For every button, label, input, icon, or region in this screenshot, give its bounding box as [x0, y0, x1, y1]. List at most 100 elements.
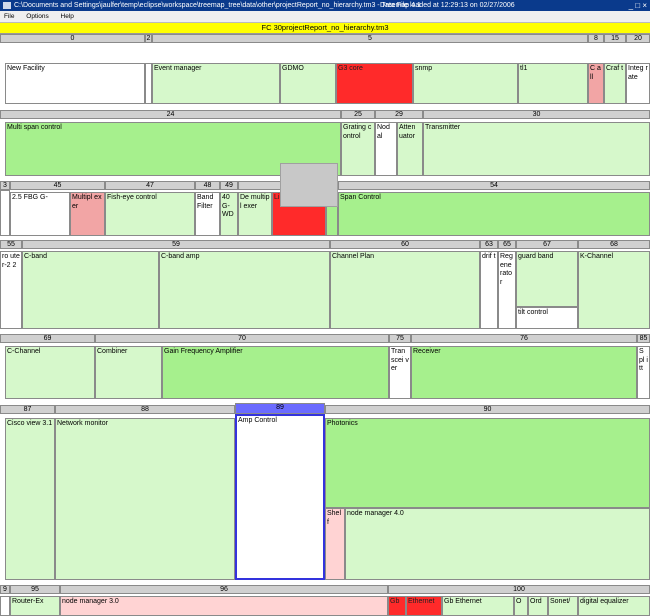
cell-drift[interactable]: drif t	[480, 251, 498, 329]
cell-router-2[interactable]: ro ute r-2 2	[0, 251, 22, 329]
group-header-9[interactable]: 9	[0, 585, 10, 594]
cell-gb-ethernet[interactable]: Gb Ethernet	[442, 596, 514, 616]
cell-nodal[interactable]: Nod al	[375, 122, 397, 176]
group-header-2[interactable]: 2	[145, 34, 152, 43]
group-header-88[interactable]: 88	[55, 405, 235, 414]
cell-transmitter[interactable]: Transmitter	[423, 122, 650, 176]
group-header-75[interactable]: 75	[389, 334, 411, 343]
cell-snmp[interactable]: snmp	[413, 63, 518, 104]
cell-network-monitor[interactable]: Network monitor	[55, 418, 235, 580]
cell-group-3[interactable]	[0, 190, 10, 236]
cell-k-channel[interactable]: K-Channel	[578, 251, 650, 329]
menu-help[interactable]: Help	[61, 13, 74, 20]
group-header-89-selected[interactable]: 89	[235, 403, 325, 414]
cell-craft[interactable]: Craf t	[604, 63, 626, 104]
treemap-title: FC 30projectReport_no_hierarchy.tm3	[0, 23, 650, 34]
cell-span-control[interactable]: Span Control	[338, 192, 650, 236]
group-header-59[interactable]: 59	[22, 240, 330, 249]
group-header-0[interactable]: 0	[0, 34, 145, 43]
cell-c-band-amp[interactable]: C-band amp	[159, 251, 330, 329]
cell-ord[interactable]: Ord	[528, 596, 548, 616]
cell-node-manager-4[interactable]: node manager 4.0	[345, 508, 650, 580]
group-header-48[interactable]: 48	[195, 181, 220, 190]
group-header-69[interactable]: 69	[0, 334, 95, 343]
cell-channel-plan[interactable]: Channel Plan	[330, 251, 480, 329]
cell-band-filter[interactable]: Band Filter	[195, 192, 220, 236]
cell-digital-equalizer[interactable]: digital equalizer	[578, 596, 650, 616]
cell-demultiplexer[interactable]: De multipl exer	[238, 192, 272, 236]
cell-tl1[interactable]: tl1	[518, 63, 588, 104]
cell-sonet[interactable]: Sonet/	[548, 596, 578, 616]
group-header-29[interactable]: 29	[375, 110, 423, 119]
cell-new-facility[interactable]: New Facility	[5, 63, 145, 104]
cell-guard-band[interactable]: guard band	[516, 251, 578, 307]
window-control-buttons[interactable]: _ □ ×	[629, 1, 647, 10]
group-header-5[interactable]: 5	[152, 34, 588, 43]
cell-grating-control[interactable]: Grating control	[341, 122, 375, 176]
cell-o[interactable]: O	[514, 596, 528, 616]
cell-c-band[interactable]: C-band	[22, 251, 159, 329]
cell-shelf[interactable]: Shel f	[325, 508, 345, 580]
group-header-3[interactable]: 3	[0, 181, 10, 190]
group-header-70[interactable]: 70	[95, 334, 389, 343]
group-header-47[interactable]: 47	[105, 181, 195, 190]
cell-tilt-control[interactable]: tilt control	[516, 307, 578, 329]
cell-regenerator[interactable]: Reg ene rato r	[498, 251, 516, 329]
window-title: C:\Documents and Settings\jaulfer\temp\e…	[14, 2, 421, 9]
cell-combiner[interactable]: Combiner	[95, 346, 162, 399]
group-header-95[interactable]: 95	[10, 585, 60, 594]
group-header-96[interactable]: 96	[60, 585, 388, 594]
group-header-90[interactable]: 90	[325, 405, 650, 414]
cell-photonics[interactable]: Photonics	[325, 418, 650, 508]
menu-bar: File Options Help	[0, 11, 650, 23]
cell-split[interactable]: S pl itt	[637, 346, 650, 399]
cell-integrate[interactable]: Integ rate	[626, 63, 650, 104]
app-icon	[3, 2, 11, 9]
group-header-87[interactable]: 87	[0, 405, 55, 414]
menu-options[interactable]: Options	[26, 13, 48, 20]
cell-amp-control-selected[interactable]: Amp Control	[235, 414, 325, 580]
cell-gain-frequency-amplifier[interactable]: Gain Frequency Amplifier	[162, 346, 389, 399]
cell-fish-eye-control[interactable]: Fish-eye control	[105, 192, 195, 236]
group-header-100[interactable]: 100	[388, 585, 650, 594]
cell-call[interactable]: C all	[588, 63, 604, 104]
cell-fbg[interactable]: 2.5 FBG G-	[10, 192, 70, 236]
menu-file[interactable]: File	[4, 13, 14, 20]
group-header-60[interactable]: 60	[330, 240, 480, 249]
cell-node-manager-3[interactable]: node manager 3.0	[60, 596, 388, 616]
group-header-49[interactable]: 49	[220, 181, 238, 190]
cell-gb[interactable]: Gb	[388, 596, 406, 616]
cell-receiver[interactable]: Receiver	[411, 346, 637, 399]
group-header-54[interactable]: 54	[338, 181, 650, 190]
cell-g3-core[interactable]: G3 core	[336, 63, 413, 104]
group-header-15[interactable]: 15	[604, 34, 626, 43]
cell-gdmo[interactable]: GDMO	[280, 63, 336, 104]
group-header-25[interactable]: 25	[341, 110, 375, 119]
cell-group-9[interactable]	[0, 596, 10, 616]
group-header-67[interactable]: 67	[516, 240, 578, 249]
group-header-55[interactable]: 55	[0, 240, 22, 249]
cell-ethernet[interactable]: Ethernet	[406, 596, 442, 616]
group-header-30[interactable]: 30	[423, 110, 650, 119]
group-header-68[interactable]: 68	[578, 240, 650, 249]
group-header-85[interactable]: 85	[637, 334, 650, 343]
cell-transceiver[interactable]: Tran scei ver	[389, 346, 411, 399]
cell-router-ex[interactable]: Router-Ex	[10, 596, 60, 616]
cell-c-channel[interactable]: C-Channel	[5, 346, 95, 399]
cell-multiplexer[interactable]: Multipl exer	[70, 192, 105, 236]
group-header-65[interactable]: 65	[498, 240, 516, 249]
cell-event-manager[interactable]: Event manager	[152, 63, 280, 104]
load-status: Data File loaded at 12:29:13 on 02/27/20…	[380, 2, 515, 9]
hover-tooltip	[280, 163, 338, 207]
group-header-24[interactable]: 24	[0, 110, 341, 119]
window-title-bar: C:\Documents and Settings\jaulfer\temp\e…	[0, 0, 650, 11]
group-header-63[interactable]: 63	[480, 240, 498, 249]
cell-g-wdm[interactable]: 40 G-WD	[220, 192, 238, 236]
cell-cisco-view[interactable]: Cisco view 3.1	[5, 418, 55, 580]
cell-attenuator[interactable]: Atten uator	[397, 122, 423, 176]
group-header-45[interactable]: 45	[10, 181, 105, 190]
group-header-76[interactable]: 76	[411, 334, 637, 343]
group-header-20[interactable]: 20	[626, 34, 650, 43]
group-header-8[interactable]: 8	[588, 34, 604, 43]
cell-group-2[interactable]	[145, 63, 152, 104]
